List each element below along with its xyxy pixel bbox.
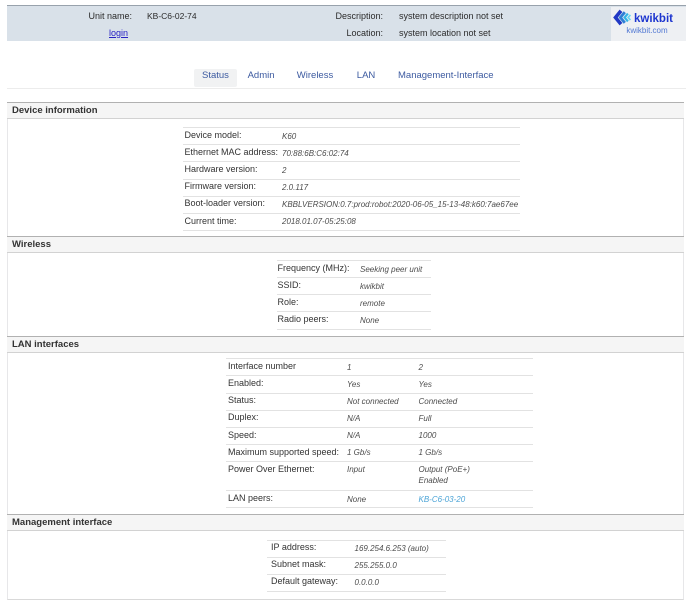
svg-text:kwikbit: kwikbit <box>634 13 673 25</box>
